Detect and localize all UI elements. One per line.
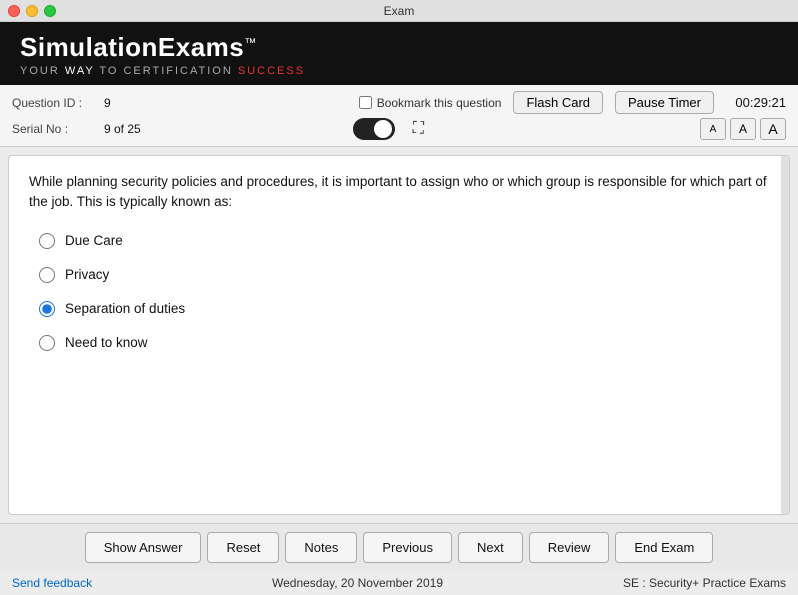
option-label-3[interactable]: Separation of duties (65, 301, 185, 316)
option-item-3: Separation of duties (39, 301, 769, 317)
font-small-button[interactable]: A (700, 118, 726, 140)
question-text: While planning security policies and pro… (29, 172, 769, 213)
tagline-success: SUCCESS (238, 65, 305, 77)
bookmark-label[interactable]: Bookmark this question (377, 96, 502, 110)
brand-header: SimulationExams™ YOUR WAY TO CERTIFICATI… (0, 22, 798, 85)
brand-tagline: YOUR WAY TO CERTIFICATION SUCCESS (20, 65, 778, 77)
brand-tm: ™ (244, 35, 257, 49)
next-button[interactable]: Next (458, 532, 523, 563)
font-large-button[interactable]: A (760, 118, 786, 140)
tagline-way: WAY (65, 65, 95, 77)
bottom-bar: Show Answer Reset Notes Previous Next Re… (0, 523, 798, 571)
notes-button[interactable]: Notes (285, 532, 357, 563)
fullscreen-icon: ⛶ (413, 120, 424, 137)
tagline-your: YOUR (20, 65, 65, 77)
end-exam-button[interactable]: End Exam (615, 532, 713, 563)
info-row-1: Question ID : 9 Bookmark this question F… (12, 91, 786, 114)
option-item-4: Need to know (39, 335, 769, 351)
minimize-btn[interactable] (26, 5, 38, 17)
option-item-1: Due Care (39, 233, 769, 249)
serial-no-label: Serial No : (12, 122, 92, 136)
pause-timer-button[interactable]: Pause Timer (615, 91, 714, 114)
option-radio-4[interactable] (39, 335, 55, 351)
option-radio-2[interactable] (39, 267, 55, 283)
options-list: Due Care Privacy Separation of duties Need … (29, 233, 769, 351)
footer-date: Wednesday, 20 November 2019 (272, 576, 443, 590)
close-btn[interactable] (8, 5, 20, 17)
font-size-controls: A A A (700, 118, 786, 140)
footer-brand: SE : Security+ Practice Exams (623, 576, 786, 590)
info-bar: Question ID : 9 Bookmark this question F… (0, 85, 798, 147)
toggle-switch[interactable] (353, 118, 395, 140)
question-id-label: Question ID : (12, 96, 92, 110)
previous-button[interactable]: Previous (363, 532, 452, 563)
option-radio-3[interactable] (39, 301, 55, 317)
brand-name: SimulationExams™ (20, 32, 778, 63)
bookmark-area: Bookmark this question (359, 96, 502, 110)
toggle-track[interactable] (353, 118, 395, 140)
fullscreen-button[interactable]: ⛶ (407, 120, 430, 138)
titlebar: Exam (0, 0, 798, 22)
window-title: Exam (384, 4, 415, 18)
brand-name-text: SimulationExams (20, 32, 244, 62)
font-medium-button[interactable]: A (730, 118, 756, 140)
question-id-value: 9 (104, 96, 111, 110)
option-radio-1[interactable] (39, 233, 55, 249)
flashcard-button[interactable]: Flash Card (513, 91, 603, 114)
reset-button[interactable]: Reset (207, 532, 279, 563)
toggle-knob (374, 120, 392, 138)
window-controls (8, 5, 56, 17)
option-label-4[interactable]: Need to know (65, 335, 148, 350)
timer-display: 00:29:21 (726, 95, 786, 110)
option-label-1[interactable]: Due Care (65, 233, 123, 248)
option-item-2: Privacy (39, 267, 769, 283)
footer: Send feedback Wednesday, 20 November 201… (0, 571, 798, 595)
tagline-mid: TO CERTIFICATION (94, 65, 237, 77)
question-area: While planning security policies and pro… (8, 155, 790, 515)
info-row-2: Serial No : 9 of 25 ⛶ A A A (12, 118, 786, 140)
scrollbar[interactable] (781, 156, 789, 514)
serial-no-value: 9 of 25 (104, 122, 141, 136)
feedback-link[interactable]: Send feedback (12, 576, 92, 590)
option-label-2[interactable]: Privacy (65, 267, 109, 282)
show-answer-button[interactable]: Show Answer (85, 532, 202, 563)
maximize-btn[interactable] (44, 5, 56, 17)
review-button[interactable]: Review (529, 532, 610, 563)
bookmark-checkbox[interactable] (359, 96, 372, 109)
